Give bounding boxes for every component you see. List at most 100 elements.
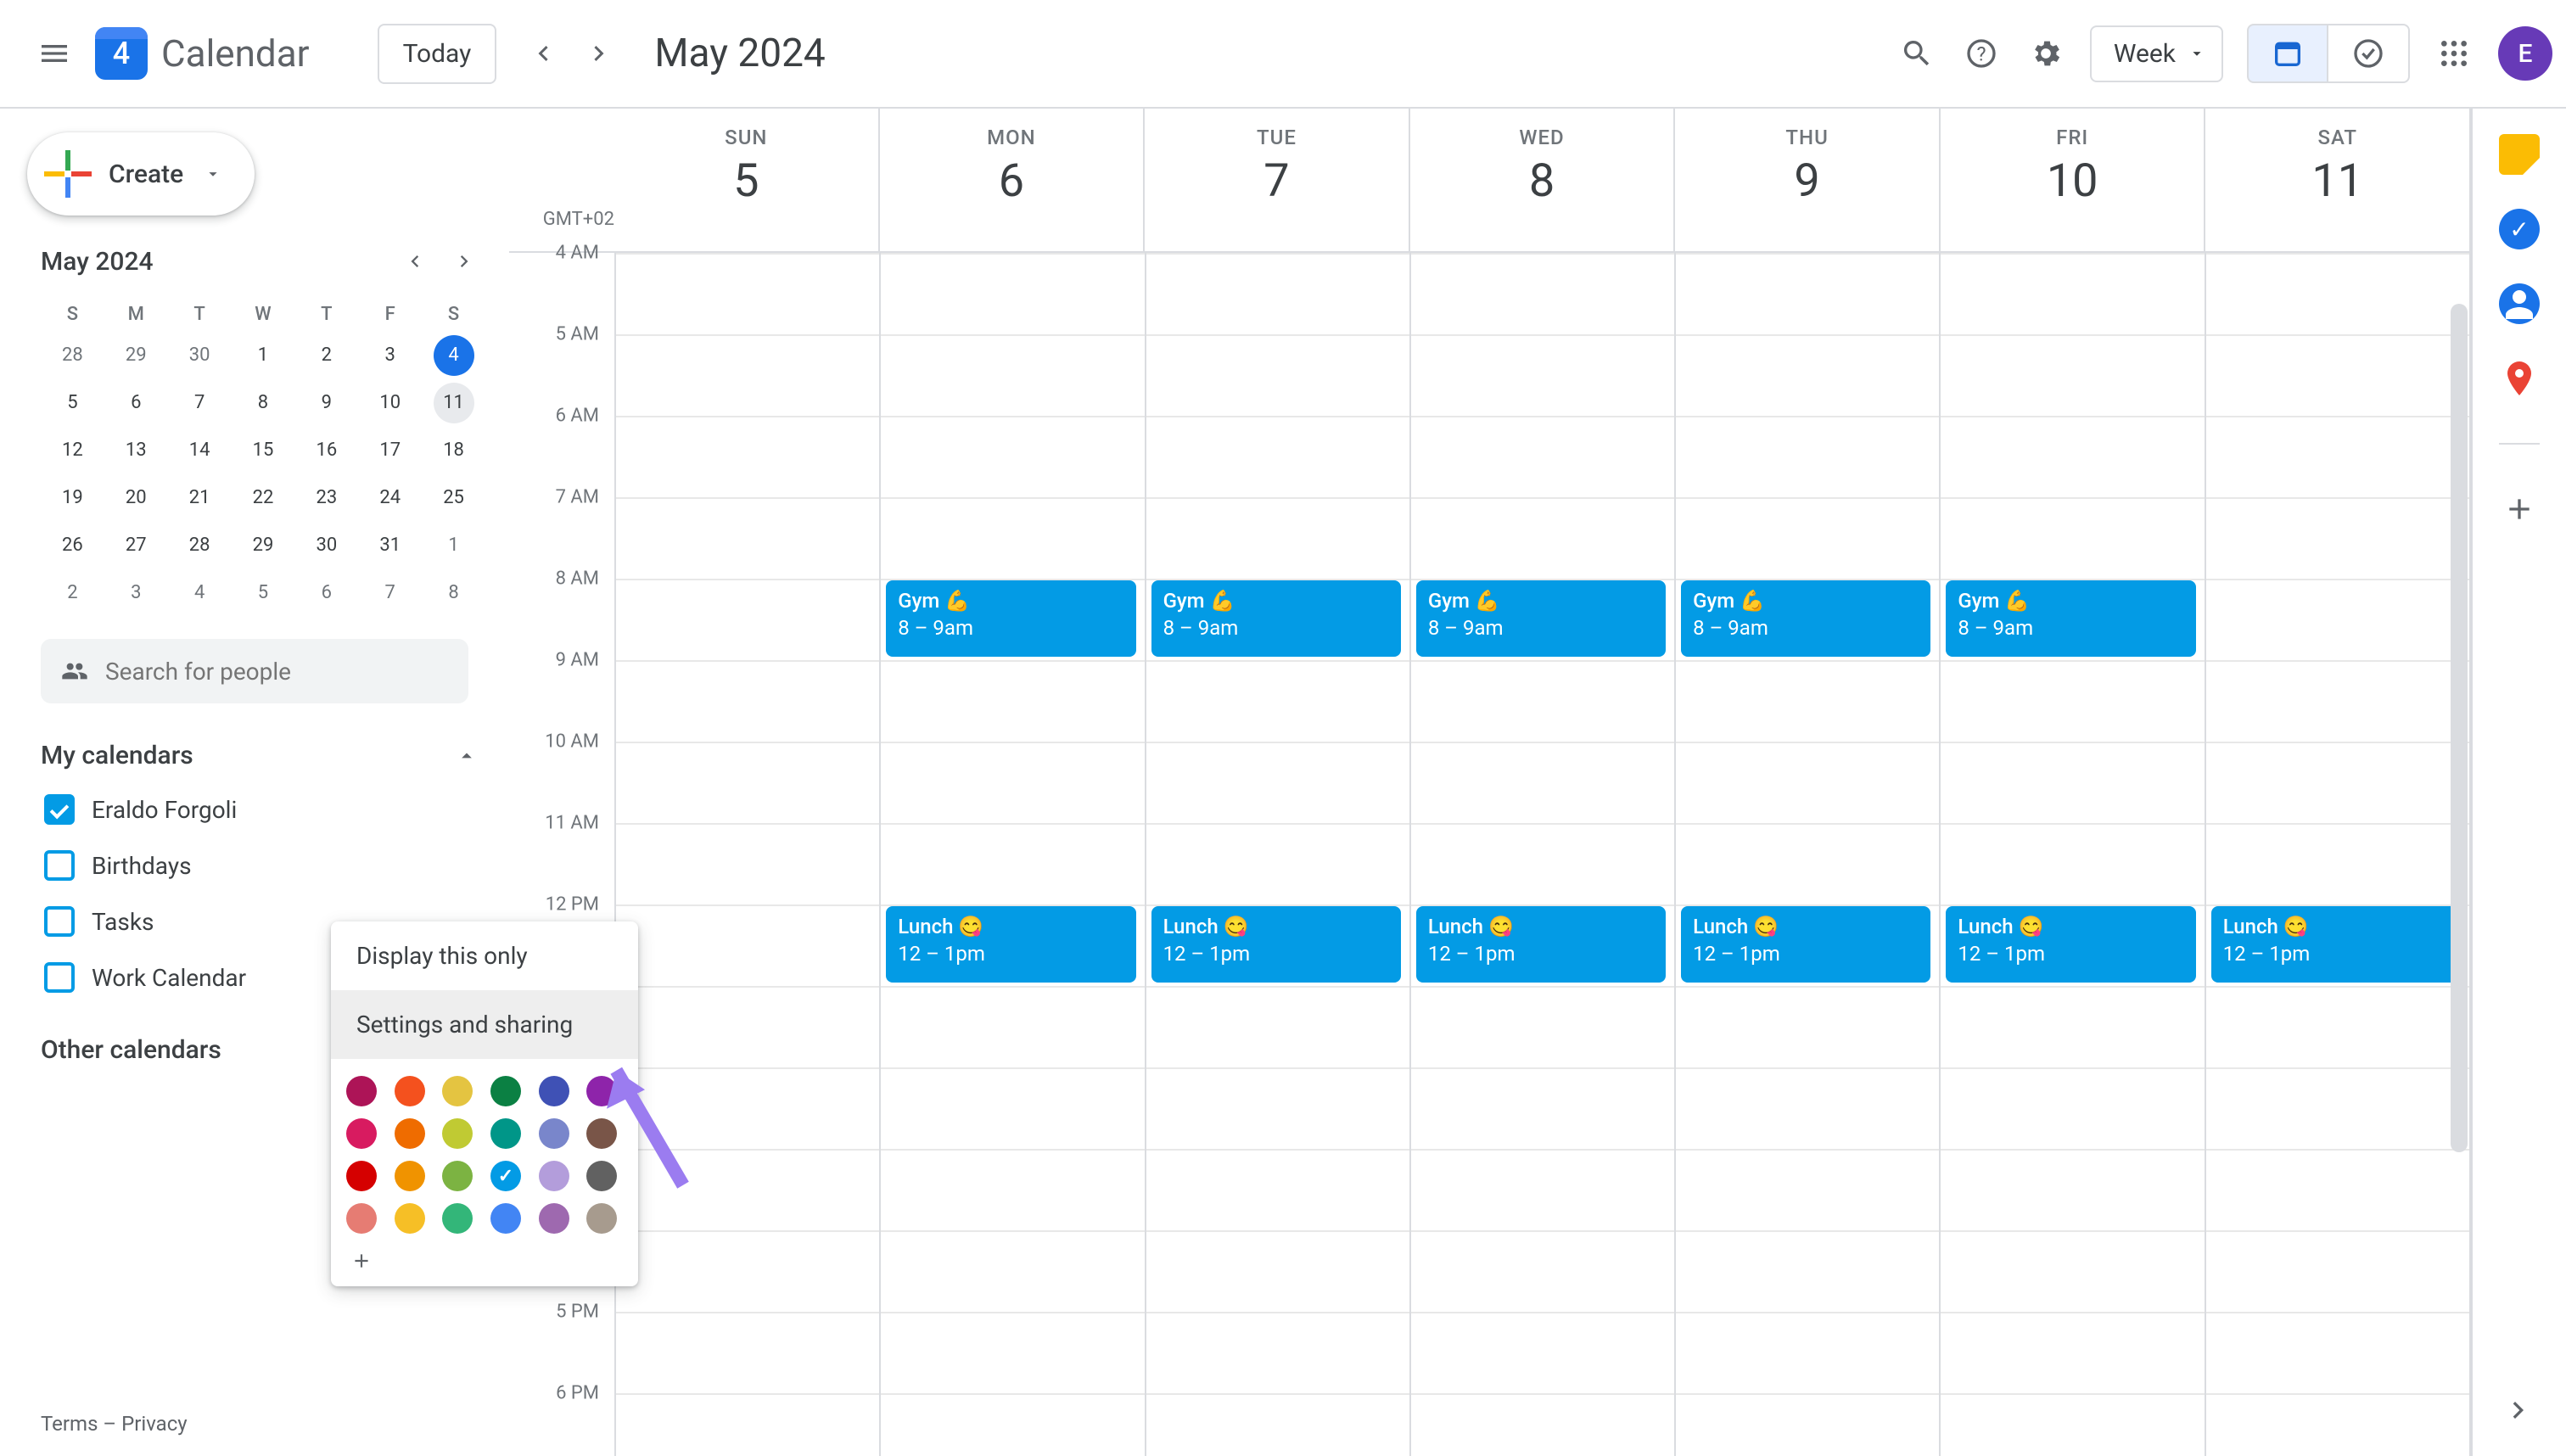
mini-day[interactable]: 3 (370, 335, 411, 376)
mini-day[interactable]: 23 (306, 478, 347, 518)
mini-day[interactable]: 7 (179, 383, 220, 423)
day-header[interactable]: MON6 (878, 109, 1144, 251)
scrollbar-thumb[interactable] (2451, 304, 2468, 1152)
day-header[interactable]: FRI10 (1939, 109, 2205, 251)
calendar-event[interactable]: Gym 💪8 – 9am (886, 580, 1135, 657)
week-body[interactable]: 4 AM5 AM6 AM7 AM8 AM9 AM10 AM11 AM12 PM1… (509, 253, 2469, 1456)
mini-prev-month[interactable] (394, 241, 434, 282)
mini-day[interactable]: 12 (52, 430, 92, 471)
my-calendars-toggle[interactable]: My calendars (41, 741, 479, 770)
mini-day[interactable]: 22 (243, 478, 283, 518)
mini-day[interactable]: 28 (52, 335, 92, 376)
day-column[interactable]: Gym 💪8 – 9am Lunch 😋12 – 1pm (1145, 253, 1409, 1456)
calendar-event[interactable]: Gym 💪8 – 9am (1946, 580, 2195, 657)
day-header[interactable]: TUE7 (1143, 109, 1409, 251)
color-swatch[interactable] (586, 1076, 617, 1106)
calendar-checkbox[interactable] (44, 794, 75, 825)
day-column[interactable]: Gym 💪8 – 9am Lunch 😋12 – 1pm (1939, 253, 2204, 1456)
calendar-event[interactable]: Lunch 😋12 – 1pm (1151, 906, 1401, 983)
color-swatch[interactable] (586, 1203, 617, 1234)
day-column[interactable] (614, 253, 879, 1456)
view-switcher[interactable]: Week (2090, 25, 2223, 82)
color-swatch[interactable] (442, 1118, 473, 1149)
mini-day[interactable]: 16 (306, 430, 347, 471)
color-swatch[interactable] (395, 1118, 425, 1149)
calendar-list-item[interactable]: Birthdays (41, 842, 479, 889)
color-swatch[interactable] (346, 1118, 377, 1149)
mini-day[interactable]: 5 (52, 383, 92, 423)
calendar-event[interactable]: Lunch 😋12 – 1pm (1681, 906, 1930, 983)
mini-day[interactable]: 30 (306, 525, 347, 566)
prev-week-button[interactable] (522, 33, 563, 74)
calendar-event[interactable]: Gym 💪8 – 9am (1151, 580, 1401, 657)
mini-day[interactable]: 24 (370, 478, 411, 518)
calendar-checkbox[interactable] (44, 962, 75, 993)
search-people[interactable] (41, 639, 468, 703)
calendar-event[interactable]: Lunch 😋12 – 1pm (1946, 906, 2195, 983)
main-menu-button[interactable] (34, 33, 75, 74)
mini-day[interactable]: 6 (306, 573, 347, 613)
settings-button[interactable] (2025, 33, 2066, 74)
day-column[interactable]: Gym 💪8 – 9am Lunch 😋12 – 1pm (1674, 253, 1939, 1456)
day-header[interactable]: SUN5 (614, 109, 878, 251)
day-column[interactable]: Gym 💪8 – 9am Lunch 😋12 – 1pm (879, 253, 1144, 1456)
mini-day[interactable]: 30 (179, 335, 220, 376)
mini-day[interactable]: 9 (306, 383, 347, 423)
create-button[interactable]: Create (27, 132, 255, 216)
color-swatch[interactable] (586, 1118, 617, 1149)
day-column[interactable]: Lunch 😋12 – 1pm (2205, 253, 2469, 1456)
calendar-view-toggle[interactable] (2247, 24, 2328, 83)
keep-addon-button[interactable] (2499, 134, 2540, 175)
mini-day[interactable]: 3 (115, 573, 156, 613)
mini-day[interactable]: 1 (434, 525, 474, 566)
maps-addon-button[interactable] (2499, 358, 2540, 399)
color-swatch[interactable] (395, 1161, 425, 1191)
calendar-event[interactable]: Lunch 😋12 – 1pm (886, 906, 1135, 983)
mini-day[interactable]: 27 (115, 525, 156, 566)
mini-day[interactable]: 2 (52, 573, 92, 613)
display-this-only-item[interactable]: Display this only (331, 921, 638, 990)
color-swatch[interactable] (539, 1203, 569, 1234)
calendar-event[interactable]: Lunch 😋12 – 1pm (1416, 906, 1666, 983)
tasks-view-toggle[interactable] (2328, 24, 2410, 83)
calendar-event[interactable]: Gym 💪8 – 9am (1681, 580, 1930, 657)
color-swatch[interactable] (490, 1161, 521, 1191)
google-apps-button[interactable] (2434, 33, 2474, 74)
color-swatch[interactable] (395, 1076, 425, 1106)
mini-day[interactable]: 29 (115, 335, 156, 376)
mini-day[interactable]: 26 (52, 525, 92, 566)
calendar-event[interactable]: Lunch 😋12 – 1pm (2211, 906, 2461, 983)
color-swatch[interactable] (442, 1076, 473, 1106)
week-scrollbar[interactable] (2446, 253, 2471, 1456)
color-swatch[interactable] (586, 1161, 617, 1191)
calendar-event[interactable]: Gym 💪8 – 9am (1416, 580, 1666, 657)
day-header[interactable]: THU9 (1673, 109, 1939, 251)
search-button[interactable] (1896, 33, 1937, 74)
day-header[interactable]: SAT11 (2204, 109, 2469, 251)
color-swatch[interactable] (395, 1203, 425, 1234)
mini-day[interactable]: 15 (243, 430, 283, 471)
app-logo[interactable]: 4 Calendar (95, 27, 310, 80)
color-swatch[interactable] (539, 1076, 569, 1106)
next-week-button[interactable] (580, 33, 620, 74)
mini-day[interactable]: 20 (115, 478, 156, 518)
mini-day[interactable]: 13 (115, 430, 156, 471)
color-swatch[interactable] (442, 1203, 473, 1234)
calendar-checkbox[interactable] (44, 850, 75, 881)
mini-day[interactable]: 10 (370, 383, 411, 423)
mini-day[interactable]: 29 (243, 525, 283, 566)
mini-day[interactable]: 8 (243, 383, 283, 423)
mini-day[interactable]: 6 (115, 383, 156, 423)
mini-day[interactable]: 17 (370, 430, 411, 471)
mini-day[interactable]: 7 (370, 573, 411, 613)
mini-day[interactable]: 14 (179, 430, 220, 471)
contacts-addon-button[interactable] (2499, 283, 2540, 324)
mini-next-month[interactable] (445, 241, 485, 282)
day-header[interactable]: WED8 (1409, 109, 1674, 251)
mini-day[interactable]: 2 (306, 335, 347, 376)
tasks-addon-button[interactable] (2499, 209, 2540, 249)
calendar-checkbox[interactable] (44, 906, 75, 937)
add-custom-color-button[interactable] (346, 1246, 377, 1276)
mini-day[interactable]: 4 (434, 335, 474, 376)
mini-day[interactable]: 18 (434, 430, 474, 471)
